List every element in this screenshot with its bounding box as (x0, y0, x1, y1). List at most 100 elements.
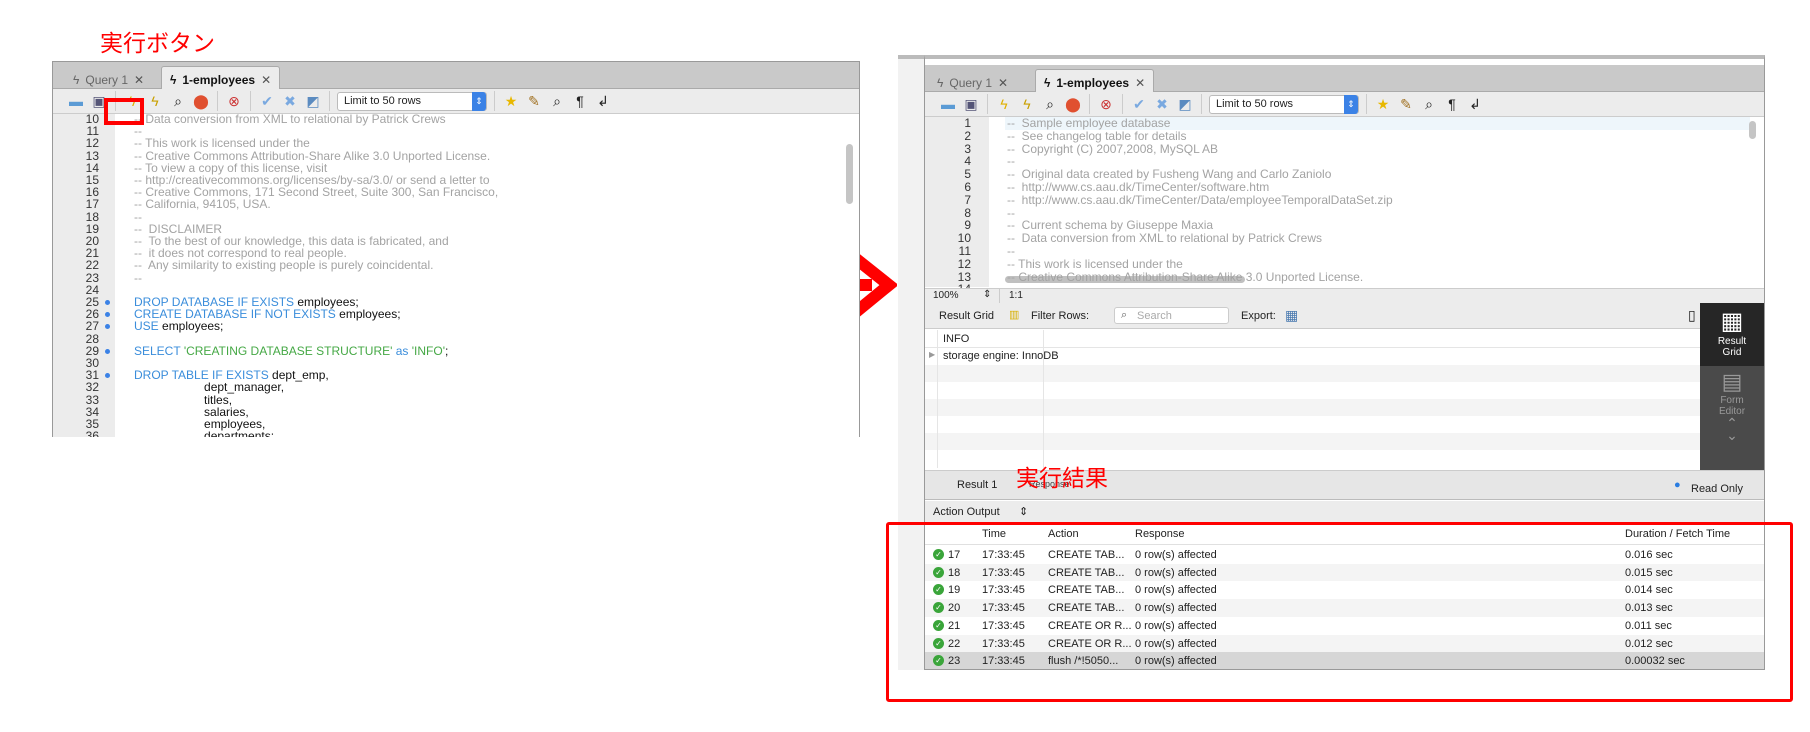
grid-cell[interactable]: storage engine: InnoDB (943, 350, 1059, 362)
code-line[interactable]: 7 -- http://www.cs.aau.dk/TimeCenter/Data… (925, 194, 1764, 206)
code-line[interactable]: 16 -- Creative Commons, 171 Second Street… (53, 186, 859, 198)
code-line[interactable]: 29 SELECT 'CREATING DATABASE STRUCTURE' a… (53, 345, 859, 357)
toggle-error-icon[interactable]: ⊗ (1097, 95, 1115, 113)
code-line[interactable]: 17 -- California, 94105, USA. (53, 198, 859, 210)
code-line[interactable]: 8 -- (925, 207, 1764, 219)
tab-query-1[interactable]: ϟ Query 1 ✕ (65, 66, 152, 89)
grid-row[interactable]: ▶ storage engine: InnoDB (925, 348, 1700, 365)
form-editor-panel-button[interactable]: ▤ Form Editor ⌃ ⌄ (1700, 369, 1764, 442)
tab-1-employees[interactable]: ϟ 1-employees ✕ (161, 66, 281, 89)
close-icon[interactable]: ✕ (1135, 76, 1145, 90)
word-wrap-icon[interactable]: ↲ (1466, 95, 1484, 113)
code-line[interactable]: 13 -- Creative Commons Attribution-Share … (925, 271, 1764, 283)
chevron-updown-icon[interactable]: ⌃ ⌄ (1700, 416, 1764, 442)
explain-icon[interactable]: ⌕ (1041, 95, 1059, 113)
code-line[interactable]: 20 -- To the best of our knowledge, this … (53, 235, 859, 247)
code-line[interactable]: 1 -- Sample employee database (925, 117, 1764, 129)
explain-icon[interactable]: ⌕ (169, 92, 187, 110)
code-line[interactable]: 30 (53, 357, 859, 369)
word-wrap-icon[interactable]: ↲ (594, 92, 612, 110)
code-line[interactable]: 11 -- (925, 245, 1764, 257)
invisible-chars-icon[interactable]: ¶ (1443, 95, 1461, 113)
code-line[interactable]: 27 USE employees; (53, 320, 859, 332)
code-line[interactable]: 13 -- Creative Commons Attribution-Share … (53, 150, 859, 162)
code-token-cm: -- (134, 270, 142, 285)
bookmark-star-icon[interactable]: ★ (502, 92, 520, 110)
code-line[interactable]: 9 -- Current schema by Giuseppe Maxia (925, 219, 1764, 231)
sql-editor[interactable]: 10 -- Data conversion from XML to relatio… (53, 113, 859, 437)
filter-search-input[interactable]: ⌕ Search (1114, 307, 1229, 324)
code-line[interactable]: 21 -- it does not correspond to real peop… (53, 247, 859, 259)
commit-icon[interactable]: ✔ (1130, 95, 1148, 113)
code-line[interactable]: 34 salaries, (53, 406, 859, 418)
beautify-icon[interactable]: ✎ (525, 92, 543, 110)
code-line[interactable]: 24 (53, 284, 859, 296)
code-text: -- See changelog table for details (1007, 130, 1186, 142)
code-line[interactable]: 11 -- (53, 125, 859, 137)
code-line[interactable]: 10 -- Data conversion from XML to relatio… (925, 232, 1764, 244)
limit-rows-select[interactable]: Limit to 50 rows ⇕ (1209, 94, 1359, 114)
code-line[interactable]: 15 -- http://creativecommons.org/licenses… (53, 174, 859, 186)
code-line[interactable]: 6 -- http://www.cs.aau.dk/TimeCenter/soft… (925, 181, 1764, 193)
code-line[interactable]: 28 (53, 333, 859, 345)
stop-icon[interactable]: ⬤ (1064, 95, 1082, 113)
export-icon[interactable]: ▦ (1285, 307, 1298, 324)
rollback-icon[interactable]: ✖ (1153, 95, 1171, 113)
grid-icon[interactable]: ▥ (1009, 308, 1019, 321)
commit-icon[interactable]: ✔ (258, 92, 276, 110)
expand-triangle-icon[interactable]: ▶ (929, 350, 935, 359)
save-icon[interactable]: ▣ (962, 95, 980, 113)
zoom-level[interactable]: 100% (933, 290, 959, 301)
code-text: -- http://creativecommons.org/licenses/b… (134, 174, 490, 186)
action-output-select[interactable]: Action Output (933, 506, 1000, 518)
tab-query-1[interactable]: ϟ Query 1 ✕ (929, 69, 1016, 92)
open-folder-icon[interactable]: ▬ (67, 92, 85, 110)
limit-rows-select[interactable]: Limit to 50 rows ⇕ (337, 91, 487, 111)
execute-current-icon[interactable]: ϟ (146, 92, 164, 110)
code-line[interactable]: 23 -- (53, 272, 859, 284)
find-icon[interactable]: ⌕ (548, 92, 566, 110)
code-line[interactable]: 12 -- This work is licensed under the (925, 258, 1764, 270)
autocommit-icon[interactable]: ◩ (304, 92, 322, 110)
toggle-error-icon[interactable]: ⊗ (225, 92, 243, 110)
bookmark-star-icon[interactable]: ★ (1374, 95, 1392, 113)
execute-icon[interactable]: ϟ (995, 95, 1013, 113)
code-line[interactable]: 36 departments; (53, 430, 859, 437)
sql-editor[interactable]: 1 -- Sample employee database 2 -- See chan… (925, 117, 1764, 295)
chevron-updown-icon[interactable]: ⇕ (1019, 505, 1028, 518)
code-line[interactable]: 19 -- DISCLAIMER (53, 223, 859, 235)
autocommit-icon[interactable]: ◩ (1176, 95, 1194, 113)
code-line[interactable]: 35 employees, (53, 418, 859, 430)
code-line[interactable]: 26 CREATE DATABASE IF NOT EXISTS employee… (53, 308, 859, 320)
tab-1-employees[interactable]: ϟ 1-employees ✕ (1035, 69, 1155, 92)
toggle-panel-icon[interactable]: ▯ (1688, 307, 1696, 324)
code-line[interactable]: 3 -- Copyright (C) 2007,2008, MySQL AB (925, 143, 1764, 155)
code-line[interactable]: 5 -- Original data created by Fusheng Wan… (925, 168, 1764, 180)
column-header-info[interactable]: INFO (943, 333, 969, 345)
code-line[interactable]: 25 DROP DATABASE IF EXISTS employees; (53, 296, 859, 308)
code-line[interactable]: 33 titles, (53, 394, 859, 406)
code-line[interactable]: 14 -- To view a copy of this license, vis… (53, 162, 859, 174)
stop-icon[interactable]: ⬤ (192, 92, 210, 110)
find-icon[interactable]: ⌕ (1420, 95, 1438, 113)
code-line[interactable]: 10 -- Data conversion from XML to relatio… (53, 113, 859, 125)
close-icon[interactable]: ✕ (261, 73, 271, 87)
code-line[interactable]: 31 DROP TABLE IF EXISTS dept_emp, (53, 369, 859, 381)
rollback-icon[interactable]: ✖ (281, 92, 299, 110)
zoom-stepper-icon[interactable]: ⇕ (983, 289, 991, 300)
close-icon[interactable]: ✕ (134, 73, 144, 87)
result-grid-panel-button[interactable]: ▦ Result Grid (1700, 303, 1764, 366)
code-line[interactable]: 12 -- This work is licensed under the (53, 137, 859, 149)
line-number: 32 (85, 380, 99, 395)
code-line[interactable]: 2 -- See changelog table for details (925, 130, 1764, 142)
execute-current-icon[interactable]: ϟ (1018, 95, 1036, 113)
invisible-chars-icon[interactable]: ¶ (571, 92, 589, 110)
tab-result-1[interactable]: Result 1 (957, 479, 997, 491)
close-icon[interactable]: ✕ (998, 76, 1008, 90)
beautify-icon[interactable]: ✎ (1397, 95, 1415, 113)
code-line[interactable]: 32 dept_manager, (53, 381, 859, 393)
code-line[interactable]: 4 -- (925, 155, 1764, 167)
open-folder-icon[interactable]: ▬ (939, 95, 957, 113)
code-line[interactable]: 22 -- Any similarity to existing people i… (53, 259, 859, 271)
code-line[interactable]: 18 -- (53, 211, 859, 223)
